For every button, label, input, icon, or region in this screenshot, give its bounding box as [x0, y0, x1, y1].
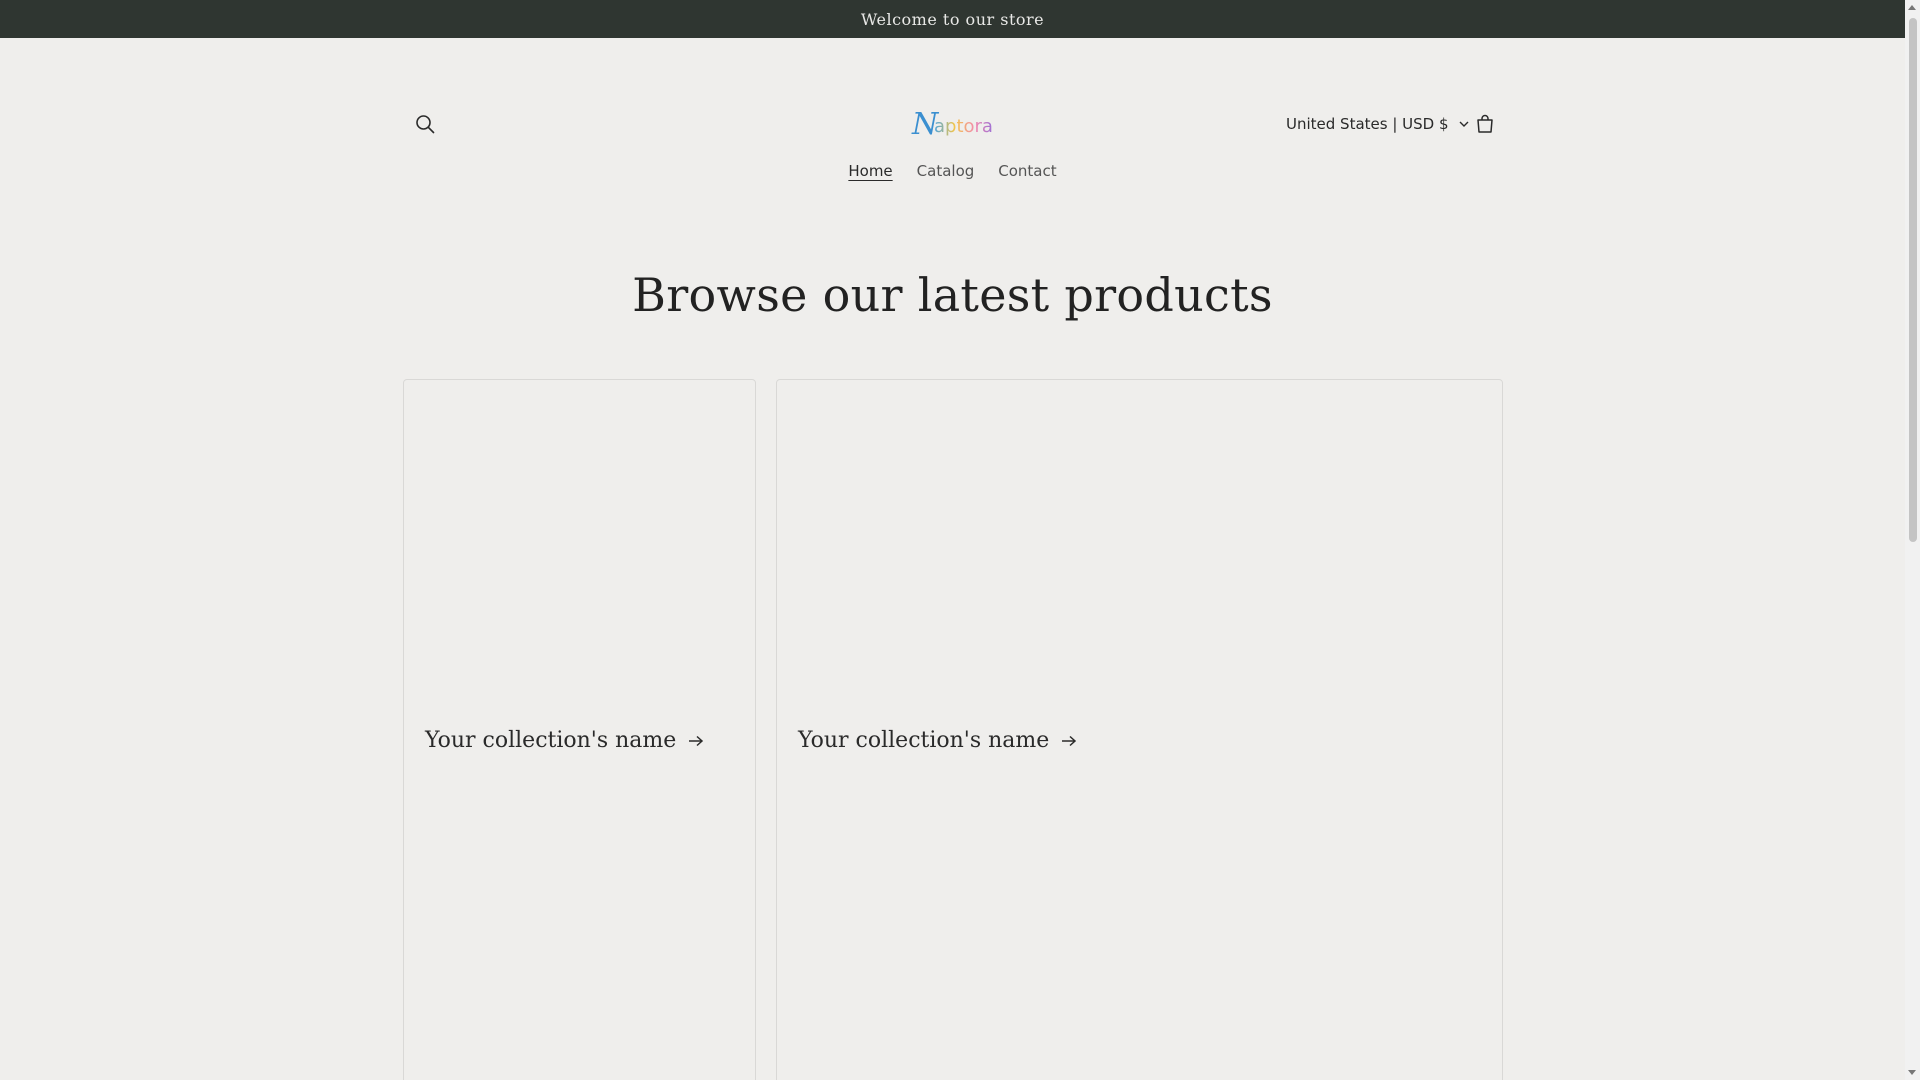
vertical-scrollbar[interactable]: [1905, 0, 1920, 1080]
search-icon: [416, 115, 435, 134]
logo-image: N aptora: [911, 107, 993, 142]
scrollbar-thumb[interactable]: [1909, 18, 1917, 542]
store-logo[interactable]: N aptora: [910, 98, 1000, 150]
main-navigation: Home Catalog Contact: [0, 158, 1905, 184]
collection-card[interactable]: Your collection's name: [403, 379, 756, 1080]
country-currency-selector[interactable]: United States | USD $: [1286, 104, 1469, 144]
scroll-up-arrow-icon[interactable]: [1908, 5, 1916, 10]
collection-title: Your collection's name: [798, 728, 1050, 753]
cart-icon: [1477, 114, 1493, 133]
page: Welcome to our store N aptora United Sta…: [0, 0, 1920, 1080]
announcement-text: Welcome to our store: [860, 9, 1045, 29]
collection-title-link[interactable]: Your collection's name: [798, 728, 1077, 753]
arrow-right-icon: [689, 735, 704, 746]
collection-card[interactable]: Your collection's name: [776, 379, 1503, 1080]
svg-text:aptora: aptora: [934, 116, 993, 137]
collection-title: Your collection's name: [425, 728, 677, 753]
announcement-bar: Welcome to our store: [0, 0, 1905, 38]
scroll-down-arrow-icon[interactable]: [1908, 1070, 1916, 1075]
cart-button[interactable]: [1465, 104, 1505, 144]
collection-title-link[interactable]: Your collection's name: [425, 728, 704, 753]
page-heading: Browse our latest products: [632, 268, 1273, 322]
search-button[interactable]: [405, 104, 445, 144]
nav-item-contact[interactable]: Contact: [998, 158, 1056, 184]
country-currency-label: United States | USD $: [1286, 115, 1449, 133]
arrow-right-icon: [1062, 735, 1077, 746]
nav-item-home[interactable]: Home: [848, 158, 892, 184]
nav-item-catalog[interactable]: Catalog: [917, 158, 975, 184]
